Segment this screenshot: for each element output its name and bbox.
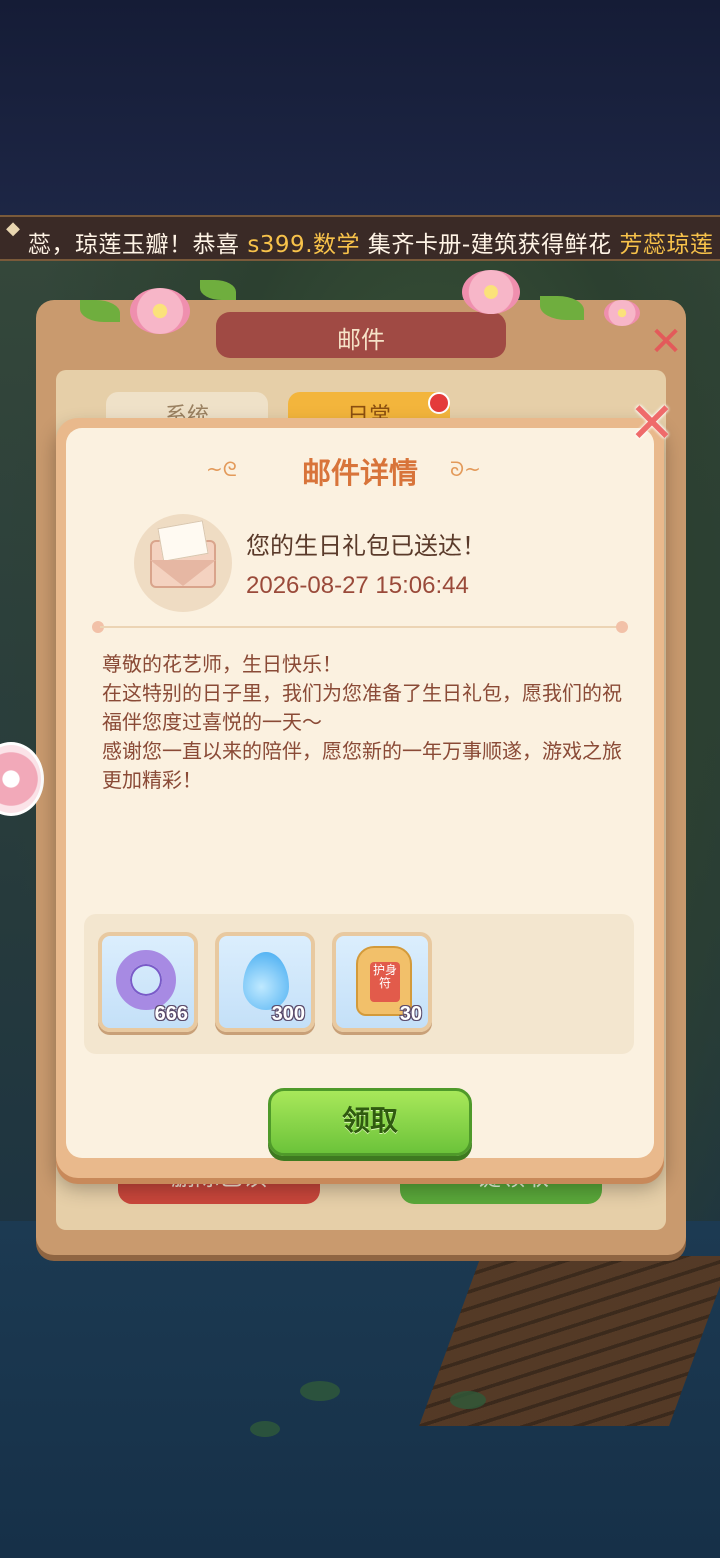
ticker-item-name: 芳蕊琼莲 (619, 232, 714, 258)
title-ornament-right: ᘐ~ (450, 457, 481, 481)
reward-count: 30 (399, 1003, 422, 1025)
ticker-message: 蕊，琼莲玉瓣！恭喜 s399.数学 集齐卡册-建筑获得鲜花 芳蕊琼莲 (28, 225, 713, 259)
flower-decoration (462, 270, 520, 314)
mail-panel-close-icon[interactable]: ✕ (644, 320, 688, 364)
mail-detail-inner: ~ᘓ 邮件详情 ᘐ~ 您的生日礼包已送达！ 2026-08-27 15:06:4… (66, 428, 654, 1158)
divider-dot-right (616, 621, 628, 633)
reward-item[interactable]: 护身符 30 (332, 932, 432, 1032)
reward-count: 666 (154, 1003, 188, 1025)
reward-item[interactable]: 666 (98, 932, 198, 1032)
divider-line (100, 626, 620, 628)
mail-panel-title-plate: 邮件 (216, 312, 506, 358)
broadcast-ticker: ◆ 蕊，琼莲玉瓣！恭喜 s399.数学 集齐卡册-建筑获得鲜花 芳蕊琼莲 (0, 215, 720, 261)
top-dark-area (0, 0, 720, 215)
reward-item[interactable]: 300 (215, 932, 315, 1032)
ticker-player-name: s399.数学 (247, 232, 361, 258)
mail-subject: 您的生日礼包已送达！ (246, 532, 486, 560)
ticker-scroll-icon[interactable]: ◆ (0, 220, 26, 257)
dialog-title: 邮件详情 (301, 456, 418, 490)
mail-body-line: 尊敬的花艺师，生日快乐！ (102, 652, 342, 676)
charm-label: 护身符 (370, 962, 400, 1002)
ticker-prefix: 蕊，琼莲玉瓣！恭喜 (28, 232, 248, 258)
lily-pad (300, 1381, 340, 1401)
claim-button[interactable]: 领取 (268, 1088, 472, 1156)
mail-timestamp: 2026-08-27 15:06:44 (246, 572, 469, 599)
envelope-flap (150, 560, 216, 586)
notification-dot (428, 392, 450, 414)
mail-detail-dialog: ~ᘓ 邮件详情 ᘐ~ 您的生日礼包已送达！ 2026-08-27 15:06:4… (56, 418, 664, 1178)
envelope-icon (134, 514, 232, 612)
mail-body: 尊敬的花艺师，生日快乐！ 在这特别的日子里，我们为您准备了生日礼包，愿我们的祝福… (102, 650, 624, 795)
mail-body-line: 感谢您一直以来的陪伴，愿您新的一年万事顺遂，游戏之旅更加精彩！ (102, 739, 622, 792)
purple-ring-icon (116, 950, 176, 1010)
flower-decoration (130, 288, 190, 334)
mail-body-line: 在这特别的日子里，我们为您准备了生日礼包，愿我们的祝福伴您度过喜悦的一天～ (102, 681, 622, 734)
lily-pad (250, 1421, 280, 1437)
flower-decoration (604, 300, 640, 326)
lily-pad (450, 1391, 486, 1409)
close-icon[interactable]: ✕ (624, 396, 680, 452)
water-drop-icon (243, 952, 289, 1010)
mail-panel-title: 邮件 (337, 326, 385, 354)
ticker-middle: 集齐卡册-建筑获得鲜花 (360, 232, 620, 258)
reward-count: 300 (271, 1003, 305, 1025)
